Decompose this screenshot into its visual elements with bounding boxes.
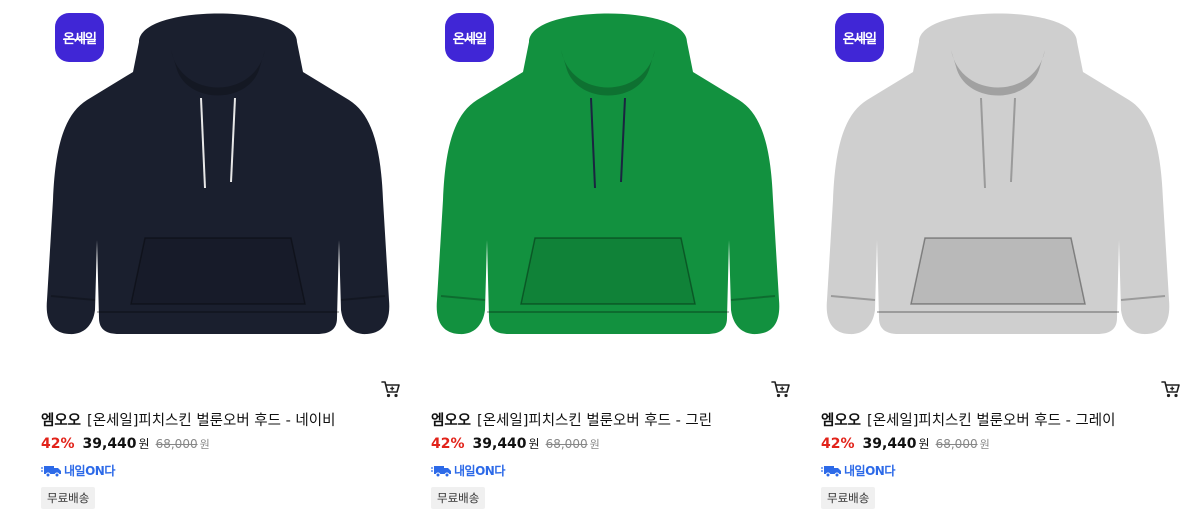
- discount-rate: 42%: [41, 436, 75, 452]
- delivery-badge: 내일ON다: [431, 462, 505, 478]
- product-name: [온세일]피치스킨 벌룬오버 후드 - 그린: [477, 413, 713, 429]
- onsale-badge-label: 온세일: [843, 32, 877, 47]
- price-row: 42% 39,440 원 68,000 원: [821, 435, 990, 455]
- sale-price-unit: 원: [528, 437, 540, 451]
- original-price-unit: 원: [979, 438, 990, 451]
- add-to-cart-icon[interactable]: [771, 379, 791, 399]
- product-title[interactable]: 엠오오 [온세일]피치스킨 벌룬오버 후드 - 네이비: [41, 409, 401, 431]
- free-shipping-tag: 무료배송: [431, 487, 486, 509]
- original-price: 68,000: [155, 437, 198, 451]
- delivery-badge: 내일ON다: [821, 462, 895, 478]
- onsale-badge: 온세일: [55, 13, 104, 62]
- sale-price: 39,440: [862, 436, 917, 452]
- sale-price: 39,440: [82, 436, 137, 452]
- product-title[interactable]: 엠오오 [온세일]피치스킨 벌룬오버 후드 - 그레이: [821, 409, 1181, 431]
- sale-price: 39,440: [472, 436, 527, 452]
- onsale-badge-label: 온세일: [453, 32, 487, 47]
- price-row: 42% 39,440 원 68,000 원: [41, 435, 210, 455]
- add-to-cart-icon[interactable]: [1161, 379, 1181, 399]
- onsale-badge-label: 온세일: [63, 32, 97, 47]
- product-card[interactable]: 온세일 엠오오 [온세일]피치스킨 벌룬오버 후드 - 네이비 42% 39,440…: [41, 0, 400, 526]
- brand-name: 엠오오: [41, 413, 82, 429]
- original-price-unit: 원: [199, 438, 210, 451]
- product-grid: 온세일 엠오오 [온세일]피치스킨 벌룬오버 후드 - 네이비 42% 39,440…: [0, 0, 1199, 526]
- sale-price-unit: 원: [918, 437, 930, 451]
- product-title[interactable]: 엠오오 [온세일]피치스킨 벌룬오버 후드 - 그린: [431, 409, 791, 431]
- truck-icon: [431, 464, 451, 478]
- product-name: [온세일]피치스킨 벌룬오버 후드 - 그레이: [867, 413, 1116, 429]
- free-shipping-tag: 무료배송: [41, 487, 96, 509]
- truck-icon: [41, 464, 61, 478]
- original-price: 68,000: [935, 437, 978, 451]
- brand-name: 엠오오: [431, 413, 472, 429]
- product-card[interactable]: 온세일 엠오오 [온세일]피치스킨 벌룬오버 후드 - 그레이 42% 39,440…: [821, 0, 1180, 526]
- product-name: [온세일]피치스킨 벌룬오버 후드 - 네이비: [87, 413, 336, 429]
- discount-rate: 42%: [431, 436, 465, 452]
- free-shipping-tag: 무료배송: [821, 487, 876, 509]
- brand-name: 엠오오: [821, 413, 862, 429]
- sale-price-unit: 원: [138, 437, 150, 451]
- original-price: 68,000: [545, 437, 588, 451]
- delivery-label: 내일ON다: [454, 463, 505, 478]
- delivery-label: 내일ON다: [64, 463, 115, 478]
- delivery-badge: 내일ON다: [41, 462, 115, 478]
- product-card[interactable]: 온세일 엠오오 [온세일]피치스킨 벌룬오버 후드 - 그린 42% 39,440 원…: [431, 0, 790, 526]
- truck-icon: [821, 464, 841, 478]
- delivery-label: 내일ON다: [844, 463, 895, 478]
- add-to-cart-icon[interactable]: [381, 379, 401, 399]
- onsale-badge: 온세일: [835, 13, 884, 62]
- price-row: 42% 39,440 원 68,000 원: [431, 435, 600, 455]
- original-price-unit: 원: [589, 438, 600, 451]
- onsale-badge: 온세일: [445, 13, 494, 62]
- discount-rate: 42%: [821, 436, 855, 452]
